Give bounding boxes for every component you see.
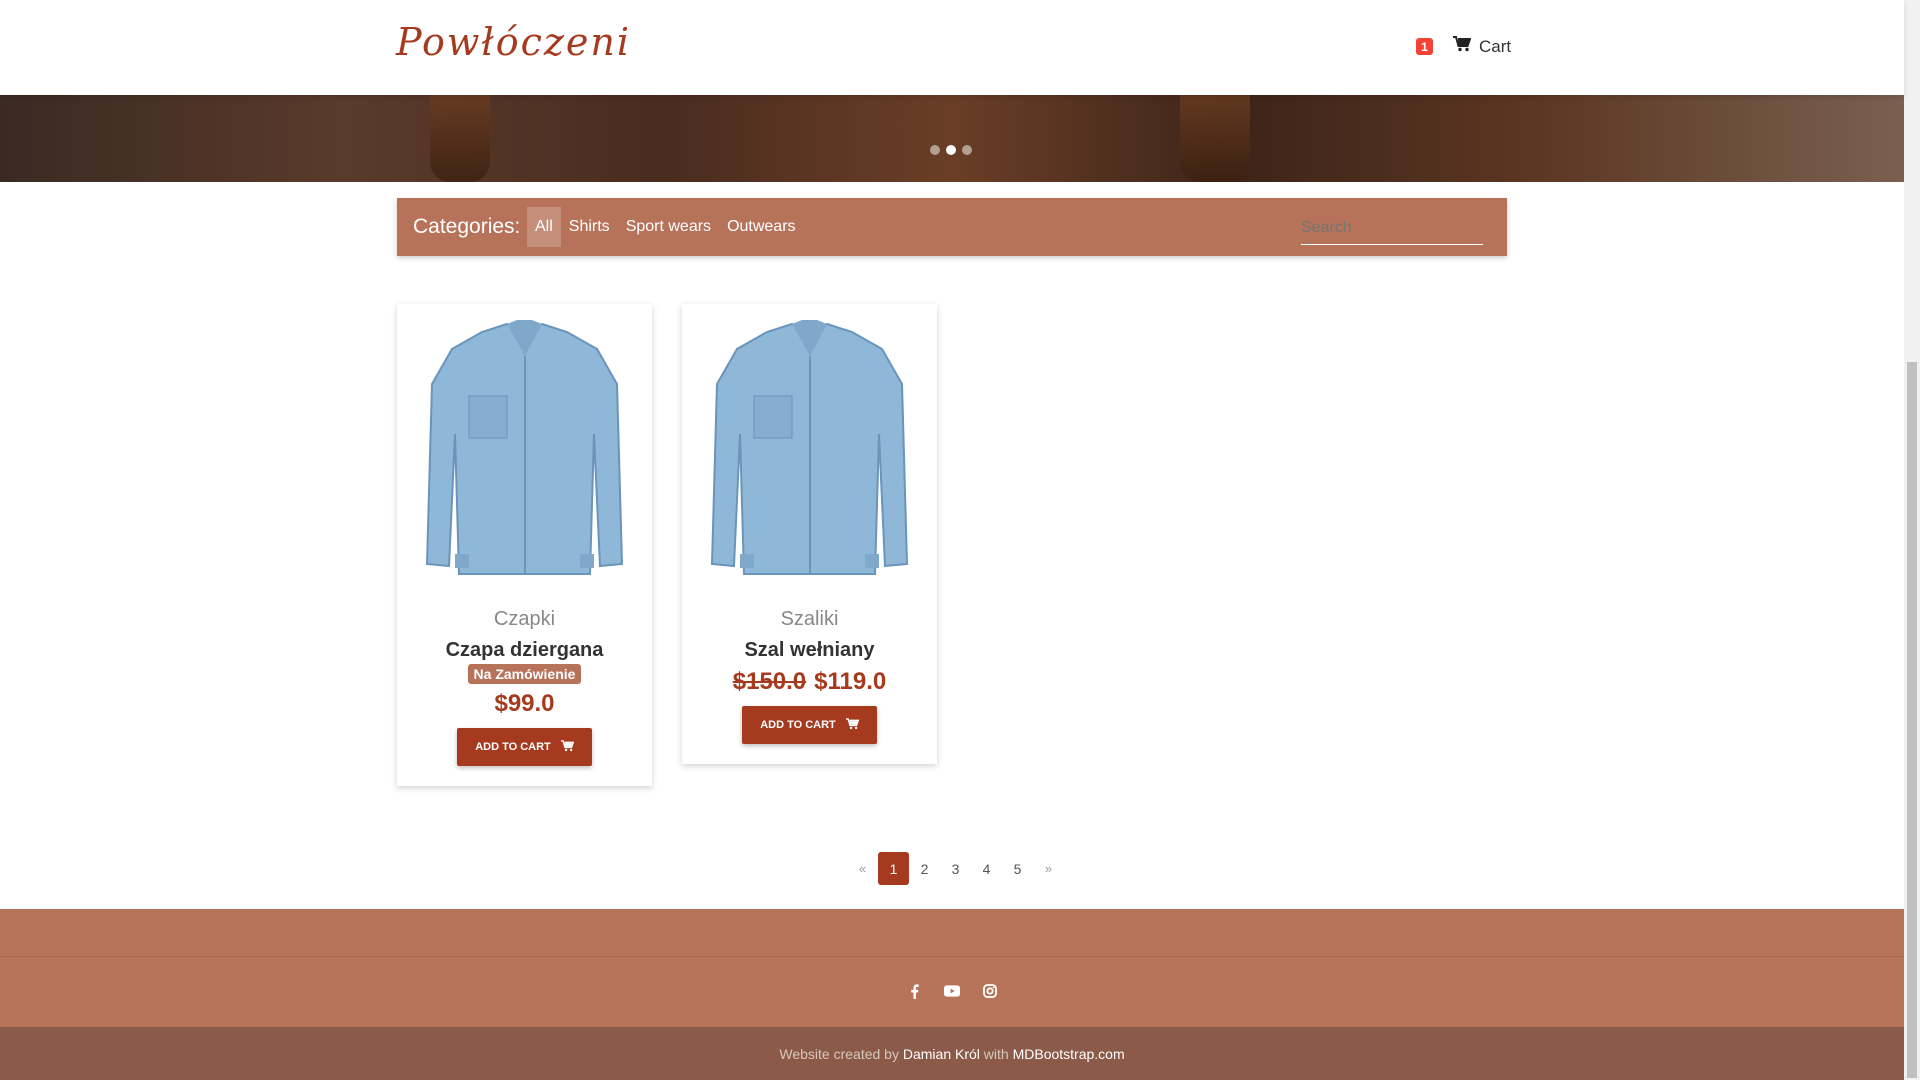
social-links: [0, 983, 1904, 999]
add-to-cart-label: ADD TO CART: [760, 719, 836, 731]
pagination: « 1 2 3 4 5 »: [847, 852, 1064, 885]
page-scrollbar[interactable]: [1904, 0, 1920, 1080]
price-value: $99.0: [494, 690, 555, 717]
search-input[interactable]: [1301, 211, 1483, 245]
hero-carousel: [0, 95, 1904, 182]
category-sport-wears[interactable]: Sport wears: [618, 207, 719, 247]
carousel-dot[interactable]: [930, 145, 940, 155]
category-list: All Shirts Sport wears Outwears: [527, 207, 804, 247]
made-to-order-badge: Na Zamówienie: [467, 664, 582, 684]
brand-logo[interactable]: Powłóczeni: [396, 20, 631, 64]
pagination-page[interactable]: 5: [1002, 852, 1033, 885]
add-to-cart-button[interactable]: ADD TO CART: [742, 706, 877, 744]
product-category: Czapki: [493, 608, 556, 630]
product-title[interactable]: Szal wełniany: [682, 639, 937, 662]
pagination-page[interactable]: 2: [909, 852, 940, 885]
mdbootstrap-link[interactable]: MDBootstrap.com: [1013, 1046, 1125, 1062]
product-card: Szaliki Szal wełniany $150.0 $119.0 ADD T…: [682, 304, 937, 764]
add-to-cart-button[interactable]: ADD TO CART: [457, 728, 592, 766]
youtube-icon[interactable]: [944, 983, 960, 999]
footer-divider: [0, 956, 1904, 957]
facebook-icon[interactable]: [906, 983, 922, 999]
cart-link[interactable]: 1 Cart: [1416, 36, 1511, 57]
add-to-cart-label: ADD TO CART: [475, 741, 551, 753]
hero-image-detail: [430, 95, 490, 182]
author-link[interactable]: Damian Król: [903, 1046, 980, 1062]
product-title[interactable]: Czapa dziergana: [397, 639, 652, 662]
navbar: Powłóczeni 1 Cart: [0, 0, 1904, 95]
hero-image-detail: [1180, 95, 1250, 182]
pagination-page[interactable]: 1: [878, 852, 909, 885]
category-outwears[interactable]: Outwears: [719, 207, 803, 247]
pagination-page[interactable]: 3: [940, 852, 971, 885]
old-price-value: $150.0: [732, 668, 807, 695]
copyright: Website created by Damian Król with MDBo…: [0, 1027, 1904, 1080]
pagination-page[interactable]: 4: [971, 852, 1002, 885]
carousel-dot-active[interactable]: [946, 145, 956, 155]
product-price: $150.0 $119.0: [682, 668, 937, 696]
product-category: Szaliki: [780, 608, 839, 630]
pagination-next[interactable]: »: [1033, 852, 1064, 885]
category-shirts[interactable]: Shirts: [561, 207, 618, 247]
product-card: Czapki Czapa dziergana Na Zamówienie $99…: [397, 304, 652, 786]
scrollbar-thumb[interactable]: [1907, 362, 1917, 1078]
copyright-with: with: [983, 1045, 1009, 1062]
category-all[interactable]: All: [527, 207, 561, 247]
product-image[interactable]: [397, 304, 652, 604]
cart-icon: [845, 717, 860, 733]
cart-icon: [1453, 36, 1472, 57]
price-value: $119.0: [814, 668, 887, 695]
carousel-indicators: [930, 145, 972, 155]
cart-label: Cart: [1479, 36, 1512, 56]
pagination-prev[interactable]: «: [847, 852, 878, 885]
cart-count-badge: 1: [1416, 38, 1433, 55]
product-price: $99.0: [397, 690, 652, 718]
page: Powłóczeni 1 Cart Categories: All Shirts…: [0, 0, 1904, 1080]
categories-bar: Categories: All Shirts Sport wears Outwe…: [397, 198, 1507, 256]
footer: Website created by Damian Król with MDBo…: [0, 909, 1904, 1080]
cart-icon: [560, 739, 575, 755]
carousel-dot[interactable]: [962, 145, 972, 155]
instagram-icon[interactable]: [982, 983, 998, 999]
product-image[interactable]: [682, 304, 937, 604]
categories-title: Categories:: [413, 215, 521, 238]
copyright-prefix: Website created by: [779, 1045, 899, 1062]
